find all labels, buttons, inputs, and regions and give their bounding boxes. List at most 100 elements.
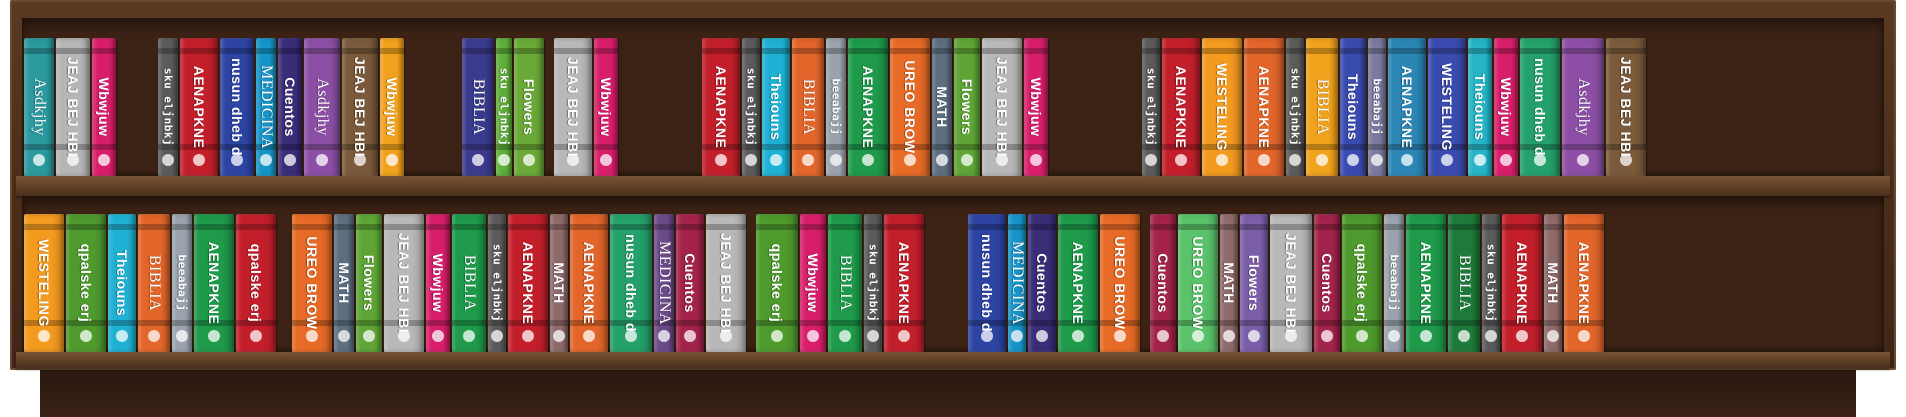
book-spine[interactable]: Cuentos bbox=[1314, 214, 1340, 352]
book-spine[interactable]: AENAPKNE bbox=[702, 38, 740, 176]
book-spine[interactable]: MATH bbox=[1220, 214, 1238, 352]
book-spine[interactable]: AENAPKNE bbox=[1564, 214, 1604, 352]
book-spine[interactable]: Theiouns bbox=[762, 38, 790, 176]
book-spine[interactable]: AENAPKNE bbox=[1502, 214, 1542, 352]
book-spine[interactable]: WESTELING bbox=[1202, 38, 1242, 176]
spine-band bbox=[1150, 320, 1176, 326]
book-spine[interactable]: UREO BROW bbox=[292, 214, 332, 352]
book-spine[interactable]: WESTELING bbox=[24, 214, 64, 352]
book-spine[interactable]: JEAJ BEJ HBI bbox=[384, 214, 424, 352]
book-spine[interactable]: UREO BROW bbox=[1100, 214, 1140, 352]
spine-band bbox=[380, 48, 404, 54]
book-spine[interactable]: Theiouns bbox=[1340, 38, 1366, 176]
spine-band bbox=[138, 224, 170, 230]
book-spine[interactable]: JEAJ BEJ HBI bbox=[706, 214, 746, 352]
spine-band bbox=[828, 224, 862, 230]
book-spine[interactable]: Wbwjuw bbox=[426, 214, 450, 352]
book-spine[interactable]: BIBLIA bbox=[1448, 214, 1480, 352]
book-spine[interactable]: Theiouns bbox=[108, 214, 136, 352]
book-spine[interactable]: nusun dheb d bbox=[968, 214, 1006, 352]
book-spine[interactable]: Cuentos bbox=[676, 214, 704, 352]
book-spine[interactable]: sku eljnbkj bbox=[158, 38, 178, 176]
book-spine[interactable]: Wbwjuw bbox=[1494, 38, 1518, 176]
book-spine[interactable]: sku eljnbkj bbox=[1142, 38, 1160, 176]
spine-band bbox=[462, 48, 494, 54]
book-title: nusun dheb d bbox=[979, 234, 995, 332]
book-spine[interactable]: MATH bbox=[932, 38, 952, 176]
book-spine[interactable]: beeabajj bbox=[1384, 214, 1404, 352]
book-spine[interactable]: Flowers bbox=[514, 38, 544, 176]
book-spine[interactable]: MATH bbox=[550, 214, 568, 352]
book-spine[interactable]: Wbwjuw bbox=[92, 38, 116, 176]
book-spine[interactable]: Wbwjuw bbox=[380, 38, 404, 176]
book-spine[interactable]: AENAPKNE bbox=[570, 214, 608, 352]
spine-band bbox=[1240, 224, 1268, 230]
book-spine[interactable]: JEAJ BEJ HBI bbox=[56, 38, 90, 176]
book-spine[interactable]: nusun dheb d bbox=[220, 38, 254, 176]
book-spine[interactable]: JEAJ BEJ HBI bbox=[1606, 38, 1646, 176]
book-spine[interactable]: sku eljnbkj bbox=[864, 214, 882, 352]
book-spine[interactable]: Asdkjhy bbox=[1562, 38, 1604, 176]
book-spine[interactable]: AENAPKNE bbox=[1388, 38, 1426, 176]
book-spine[interactable]: UREO BROW bbox=[890, 38, 930, 176]
book-spine[interactable]: sku eljnbkj bbox=[488, 214, 506, 352]
book-spine[interactable]: AENAPKNE bbox=[180, 38, 218, 176]
book-spine[interactable]: Wbwjuw bbox=[1024, 38, 1048, 176]
book-spine[interactable]: BIBLIA bbox=[1306, 38, 1338, 176]
book-spine[interactable]: AENAPKNE bbox=[884, 214, 924, 352]
book-spine[interactable]: MATH bbox=[334, 214, 354, 352]
book-spine[interactable]: beeabajj bbox=[172, 214, 192, 352]
spine-band bbox=[570, 224, 608, 230]
book-spine[interactable]: Cuentos bbox=[1150, 214, 1176, 352]
book-spine[interactable]: qpalske erj bbox=[756, 214, 798, 352]
book-spine[interactable]: qpalske erj bbox=[1342, 214, 1382, 352]
book-spine[interactable]: Flowers bbox=[954, 38, 980, 176]
book-spine[interactable]: AENAPKNE bbox=[1058, 214, 1098, 352]
book-title: Wbwjuw bbox=[1498, 77, 1514, 137]
book-spine[interactable]: Asdkjhy bbox=[24, 38, 54, 176]
book-spine[interactable]: sku eljnbkj bbox=[1286, 38, 1304, 176]
book-spine[interactable]: AENAPKNE bbox=[508, 214, 548, 352]
book-spine[interactable]: WESTELING bbox=[1428, 38, 1466, 176]
book-spine[interactable]: AENAPKNE bbox=[1244, 38, 1284, 176]
book-spine[interactable]: beeabajj bbox=[1368, 38, 1386, 176]
book-spine[interactable]: AENAPKNE bbox=[1162, 38, 1200, 176]
book-title: sku eljnbkj bbox=[1288, 67, 1302, 147]
book-spine[interactable]: AENAPKNE bbox=[194, 214, 234, 352]
book-spine[interactable]: Wbwjuw bbox=[594, 38, 618, 176]
book-spine[interactable]: JEAJ BEJ HBI bbox=[554, 38, 592, 176]
book-spine[interactable]: sku eljnbkj bbox=[496, 38, 512, 176]
book-spine[interactable]: Wbwjuw bbox=[800, 214, 826, 352]
spine-band bbox=[826, 48, 846, 54]
book-spine[interactable]: JEAJ BEJ HBI bbox=[342, 38, 378, 176]
book-spine[interactable]: Cuentos bbox=[1028, 214, 1056, 352]
book-spine[interactable]: Theiouns bbox=[1468, 38, 1492, 176]
spine-emblem-icon bbox=[996, 154, 1008, 166]
book-spine[interactable]: nusun dheb d bbox=[610, 214, 652, 352]
book-spine[interactable]: BIBLIA bbox=[462, 38, 494, 176]
book-spine[interactable]: Flowers bbox=[1240, 214, 1268, 352]
spine-emblem-icon bbox=[522, 330, 534, 342]
book-spine[interactable]: JEAJ BEJ HBI bbox=[1270, 214, 1312, 352]
book-spine[interactable]: qpalske erj bbox=[66, 214, 106, 352]
book-spine[interactable]: Flowers bbox=[356, 214, 382, 352]
book-spine[interactable]: beeabajj bbox=[826, 38, 846, 176]
book-spine[interactable]: JEAJ BEJ HBI bbox=[982, 38, 1022, 176]
book-spine[interactable]: sku eljnbkj bbox=[1482, 214, 1500, 352]
book-spine[interactable]: qpalske erj bbox=[236, 214, 276, 352]
book-spine[interactable]: AENAPKNE bbox=[848, 38, 888, 176]
book-spine[interactable]: MEDICINA bbox=[1008, 214, 1026, 352]
book-spine[interactable]: BIBLIA bbox=[138, 214, 170, 352]
book-spine[interactable]: MEDICINA bbox=[654, 214, 674, 352]
book-spine[interactable]: sku eljnbkj bbox=[742, 38, 760, 176]
book-spine[interactable]: Asdkjhy bbox=[304, 38, 340, 176]
book-spine[interactable]: UREO BROW bbox=[1178, 214, 1218, 352]
book-spine[interactable]: Cuentos bbox=[278, 38, 302, 176]
book-spine[interactable]: BIBLIA bbox=[792, 38, 824, 176]
book-spine[interactable]: AENAPKNE bbox=[1406, 214, 1446, 352]
book-spine[interactable]: MATH bbox=[1544, 214, 1562, 352]
book-spine[interactable]: BIBLIA bbox=[828, 214, 862, 352]
book-spine[interactable]: BIBLIA bbox=[452, 214, 486, 352]
book-spine[interactable]: MEDICINA bbox=[256, 38, 276, 176]
book-spine[interactable]: nusun dheb d bbox=[1520, 38, 1560, 176]
